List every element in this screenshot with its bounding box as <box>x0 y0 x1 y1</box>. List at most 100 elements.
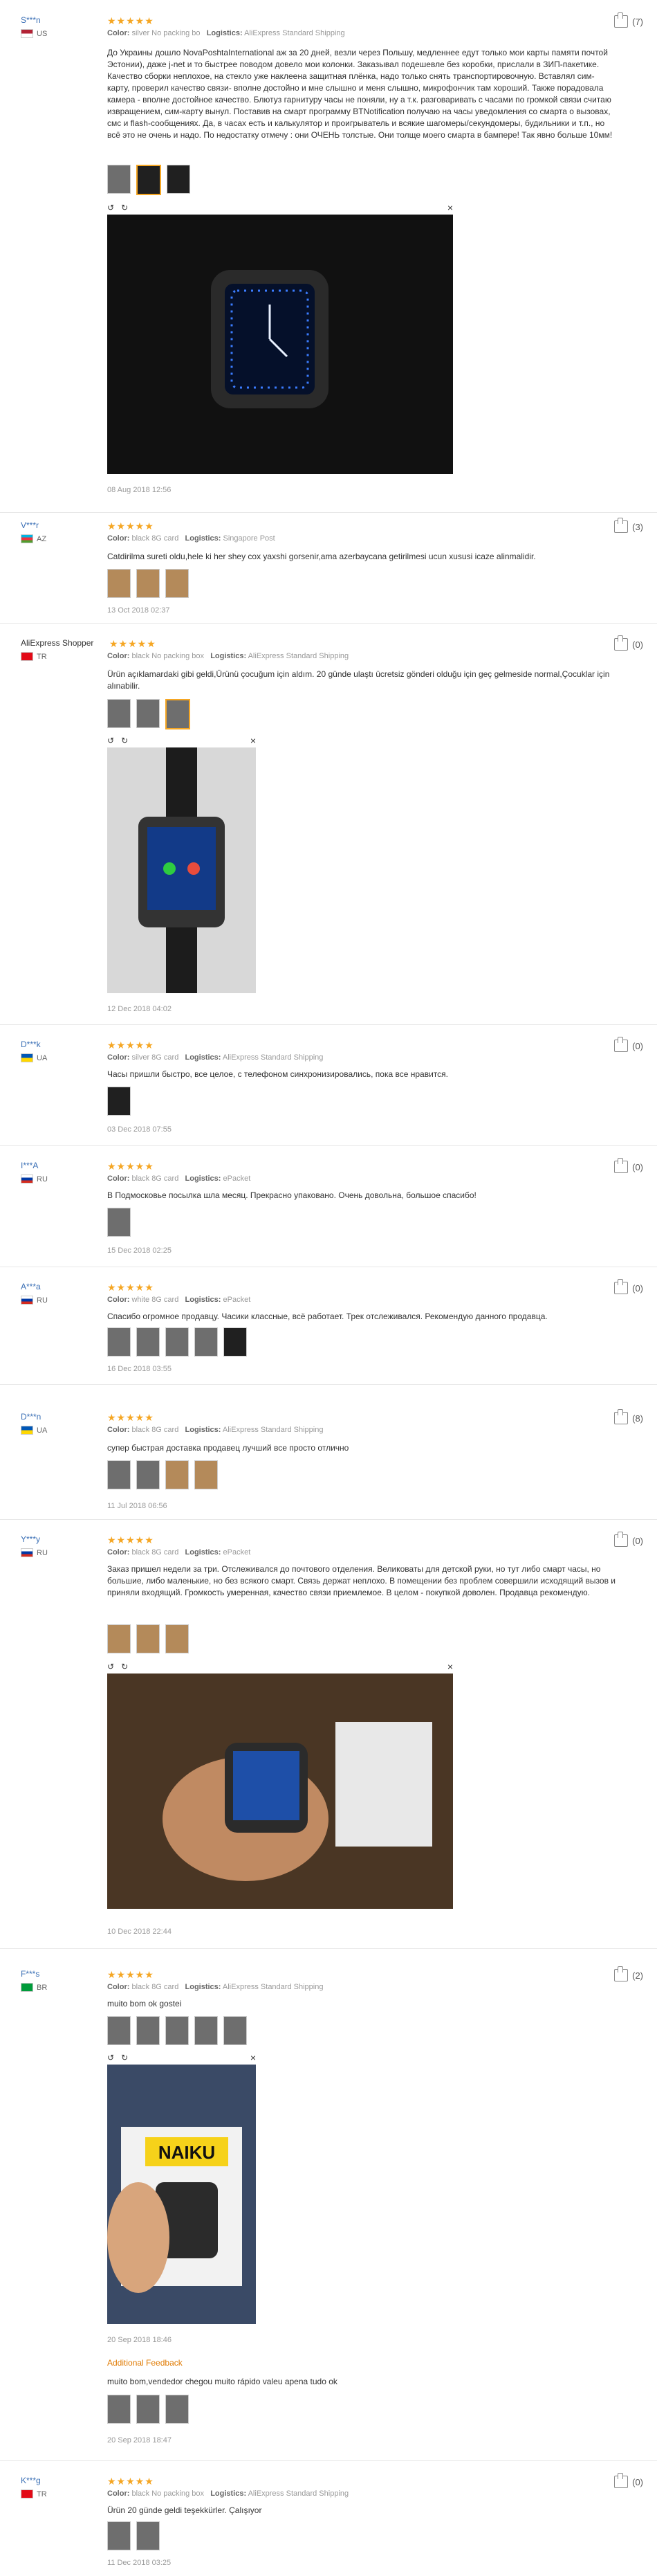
thumbs-up-icon <box>614 12 629 28</box>
reviewer-info: I***A RU <box>21 1161 111 1183</box>
review-photo-thumb[interactable] <box>223 2016 247 2045</box>
review-photo-thumb[interactable] <box>107 699 131 728</box>
review-photo-strip <box>107 1208 131 1237</box>
review-photo-thumb[interactable] <box>136 2395 160 2424</box>
reviewer-country: AZ <box>37 534 47 543</box>
helpful-button[interactable]: (8) <box>614 1409 643 1424</box>
helpful-button[interactable]: (0) <box>614 635 643 651</box>
review-item: D***k UA ★★★★★ Color: silver 8G card Log… <box>0 1024 657 1146</box>
helpful-count: (2) <box>632 1970 643 1981</box>
review-photo-thumb[interactable] <box>107 2395 131 2424</box>
rotate-right-icon[interactable]: ↻ <box>121 2053 128 2062</box>
reviewer-name[interactable]: F***s <box>21 1969 111 1979</box>
review-photo-thumb[interactable] <box>136 1460 160 1489</box>
review-photo-thumb[interactable] <box>223 1327 247 1357</box>
close-icon[interactable]: × <box>447 202 453 213</box>
review-photo-thumb[interactable] <box>165 1624 189 1653</box>
reviewer-name[interactable]: K***g <box>21 2476 111 2485</box>
review-photo-thumb[interactable] <box>194 1460 218 1489</box>
rotate-left-icon[interactable]: ↺ <box>107 736 114 745</box>
review-photo-thumb[interactable] <box>107 1208 131 1237</box>
reviewer-info: D***k UA <box>21 1040 111 1062</box>
helpful-button[interactable]: (2) <box>614 1966 643 1981</box>
rating-stars: ★★★★★ <box>107 15 154 26</box>
reviewer-info: K***g TR <box>21 2476 111 2498</box>
additional-feedback-label: Additional Feedback <box>107 2358 183 2368</box>
reviewer-name[interactable]: S***n <box>21 15 111 25</box>
review-photo-thumb[interactable] <box>165 2395 189 2424</box>
review-photo-thumb[interactable] <box>136 569 160 598</box>
review-photo-thumb[interactable] <box>107 1327 131 1357</box>
rotate-left-icon[interactable]: ↺ <box>107 1662 114 1671</box>
review-text: Ürün açıklamardaki gibi geldi,Ürünü çocu… <box>107 669 610 691</box>
helpful-button[interactable]: (7) <box>614 12 643 28</box>
helpful-count: (0) <box>632 1535 643 1546</box>
review-photo-thumb[interactable] <box>107 569 131 598</box>
rotate-right-icon[interactable]: ↻ <box>121 1662 128 1671</box>
reviewer-info: AliExpress Shopper TR <box>21 638 111 661</box>
rotate-right-icon[interactable]: ↻ <box>121 203 128 212</box>
ru-flag-icon <box>21 1548 33 1557</box>
reviewer-name[interactable]: V***r <box>21 520 111 530</box>
reviewer-info: A***a RU <box>21 1282 111 1305</box>
review-text: Часы пришли быстро, все целое, с телефон… <box>107 1069 448 1079</box>
helpful-button[interactable]: (0) <box>614 1158 643 1173</box>
order-info: Color: black 8G card Logistics: ePacket <box>107 1174 251 1183</box>
rating-stars: ★★★★★ <box>107 1534 154 1545</box>
review-photo-thumb[interactable] <box>194 2016 218 2045</box>
review-item: I***A RU ★★★★★ Color: black 8G card Logi… <box>0 1145 657 1267</box>
reviewer-name[interactable]: I***A <box>21 1161 111 1170</box>
reviewer-info: V***r AZ <box>21 520 111 543</box>
close-icon[interactable]: × <box>250 735 256 746</box>
review-photo-thumb[interactable] <box>165 699 190 729</box>
review-photo-thumb[interactable] <box>107 2016 131 2045</box>
review-photo-strip <box>107 1460 218 1489</box>
tr-flag-icon <box>21 652 33 661</box>
review-photo-thumb[interactable] <box>136 2016 160 2045</box>
review-photo-thumb[interactable] <box>136 1624 160 1653</box>
helpful-button[interactable]: (3) <box>614 518 643 533</box>
helpful-button[interactable]: (0) <box>614 1532 643 1547</box>
review-photo-thumb[interactable] <box>194 1327 218 1357</box>
helpful-button[interactable]: (0) <box>614 2473 643 2488</box>
reviewer-name[interactable]: Y***y <box>21 1534 111 1544</box>
review-photo-thumb[interactable] <box>136 1327 160 1357</box>
order-info: Color: silver No packing bo Logistics: A… <box>107 29 345 37</box>
review-photo-thumb[interactable] <box>167 165 190 194</box>
review-photo-thumb[interactable] <box>107 1624 131 1653</box>
review-date: 12 Dec 2018 04:02 <box>107 1005 172 1013</box>
rating-stars: ★★★★★ <box>107 1412 154 1423</box>
review-date: 13 Oct 2018 02:37 <box>107 606 170 615</box>
thumbs-up-icon <box>614 1158 629 1173</box>
reviewer-country: BR <box>37 1983 48 1992</box>
rotate-left-icon[interactable]: ↺ <box>107 2053 114 2062</box>
review-photo-thumb[interactable] <box>165 1460 189 1489</box>
review-photo-thumb[interactable] <box>136 699 160 728</box>
review-photo-thumb[interactable] <box>165 569 189 598</box>
photo-viewer: ↺ ↻ × <box>107 1661 453 1917</box>
review-photo-thumb[interactable] <box>165 1327 189 1357</box>
review-photo-strip <box>107 569 189 598</box>
review-item: V***r AZ ★★★★★ Color: black 8G card Logi… <box>0 512 657 624</box>
review-photo-thumb[interactable] <box>107 1087 131 1116</box>
rotate-right-icon[interactable]: ↻ <box>121 736 128 745</box>
review-photo-thumb[interactable] <box>107 2521 131 2550</box>
rotate-left-icon[interactable]: ↺ <box>107 203 114 212</box>
helpful-button[interactable]: (0) <box>614 1037 643 1052</box>
review-photo-thumb[interactable] <box>165 2016 189 2045</box>
helpful-button[interactable]: (0) <box>614 1279 643 1294</box>
rating-stars: ★★★★★ <box>107 1040 154 1051</box>
reviewer-name[interactable]: AliExpress Shopper <box>21 638 111 648</box>
reviewer-name[interactable]: D***n <box>21 1412 111 1422</box>
helpful-count: (0) <box>632 2476 643 2487</box>
review-photo-thumb[interactable] <box>136 2521 160 2550</box>
review-photo-thumb[interactable] <box>107 1460 131 1489</box>
review-photo-thumb[interactable] <box>136 165 161 195</box>
tr-flag-icon <box>21 2489 33 2498</box>
close-icon[interactable]: × <box>250 2052 256 2063</box>
review-photo-thumb[interactable] <box>107 165 131 194</box>
reviewer-name[interactable]: A***a <box>21 1282 111 1291</box>
reviewer-name[interactable]: D***k <box>21 1040 111 1049</box>
additional-photo-strip <box>107 2395 189 2424</box>
close-icon[interactable]: × <box>447 1661 453 1672</box>
